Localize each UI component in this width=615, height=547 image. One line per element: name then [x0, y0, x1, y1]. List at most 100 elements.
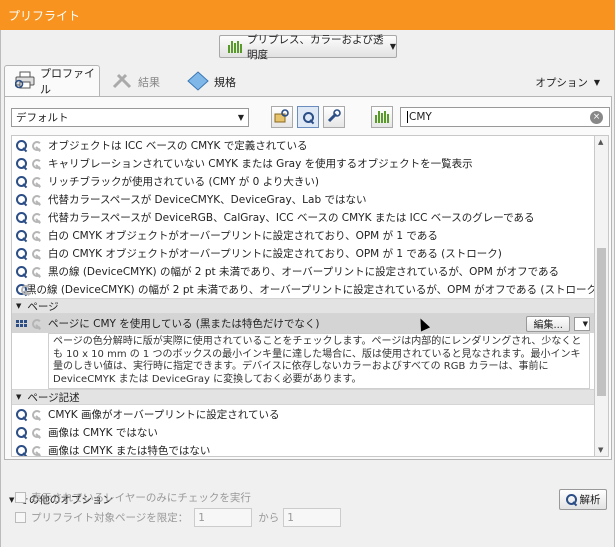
fixups-view-button[interactable]: [323, 106, 345, 128]
page-from-field[interactable]: 1: [194, 508, 253, 527]
chevron-down-icon: ▼: [389, 42, 396, 51]
check-label: 白の CMYK オブジェクトがオーバープリントに設定されており、OPM が 1 …: [48, 247, 502, 260]
window-title: プリフライト: [8, 8, 81, 23]
selected-check-row[interactable]: ページに CMY を使用している (黒または特色だけでなく) 編集... ▼: [12, 314, 594, 333]
check-label: 画像は CMYK ではない: [48, 426, 158, 439]
visible-layers-checkbox[interactable]: [15, 492, 26, 503]
check-row[interactable]: 代替カラースペースが DeviceRGB、CalGray、ICC ベースの CM…: [12, 208, 594, 226]
section-page-description[interactable]: ▼ ページ記述: [12, 389, 594, 405]
magnifier-icon: [16, 247, 27, 259]
wrench-icon: [31, 158, 42, 169]
magnifier-icon: [302, 111, 314, 123]
check-row[interactable]: キャリブレーションされていない CMYK または Gray を使用するオブジェク…: [12, 154, 594, 172]
wrench-icon: [31, 248, 42, 259]
chevron-down-icon: ▼: [237, 113, 244, 122]
flag-dropdown[interactable]: ▼: [574, 316, 590, 331]
chevron-down-icon: ▼: [582, 319, 588, 328]
check-label: リッチブラックが使用されている (CMY が 0 より大きい): [48, 175, 320, 188]
printer-icon: [14, 71, 35, 92]
profiles-icon: [274, 108, 290, 127]
check-row[interactable]: オブジェクトは ICC ベースの CMYK で定義されている: [12, 136, 594, 154]
magnifier-icon: [16, 157, 27, 169]
magnifier-icon: [16, 444, 27, 456]
mode-dropdown[interactable]: プリプレス、カラーおよび透明度 ▼: [219, 34, 397, 61]
check-label: 代替カラースペースが DeviceRGB、CalGray、ICC ベースの CM…: [48, 211, 535, 224]
tab-label: プロファイル: [40, 67, 95, 96]
collapse-triangle-icon: ▼: [16, 302, 22, 310]
analyze-label: 解析: [579, 494, 601, 506]
scroll-thumb[interactable]: [597, 248, 606, 396]
tab-standards[interactable]: 規格: [187, 68, 236, 96]
scroll-up-icon[interactable]: ▲: [598, 138, 603, 146]
check-label: 画像は CMYK または特色ではない: [48, 444, 211, 457]
visible-layers-label: 表示されているレイヤーのみにチェックを実行: [31, 492, 251, 504]
wrench-icon: [31, 176, 42, 187]
mode-dropdown-label: プリプレス、カラーおよび透明度: [247, 33, 384, 61]
check-row[interactable]: 代替カラースペースが DeviceCMYK、DeviceGray、Lab ではな…: [12, 190, 594, 208]
magnifier-icon: [16, 175, 27, 187]
check-row[interactable]: 黒の線 (DeviceCMYK) の幅が 2 pt 未満であり、オーバープリント…: [12, 280, 594, 298]
magnifier-icon: [16, 408, 27, 420]
edit-button[interactable]: 編集...: [526, 315, 570, 332]
check-row[interactable]: 黒の線 (DeviceCMYK) の幅が 2 pt 未満であり、オーバープリント…: [12, 262, 594, 280]
check-label: オブジェクトは ICC ベースの CMYK で定義されている: [48, 139, 308, 152]
check-row[interactable]: 画像は CMYK ではない: [12, 423, 594, 441]
options-menu[interactable]: オプション ▼: [535, 68, 600, 96]
check-label: キャリブレーションされていない CMYK または Gray を使用するオブジェク…: [48, 157, 473, 170]
top-rows: オブジェクトは ICC ベースの CMYK で定義されているキャリブレーションさ…: [12, 136, 594, 298]
checks-list: オブジェクトは ICC ベースの CMYK で定義されているキャリブレーションさ…: [11, 135, 595, 457]
magnifier-icon: [16, 139, 27, 151]
magnifier-icon: [16, 193, 27, 205]
section-label: ページ記述: [27, 391, 80, 404]
page-range-checkbox[interactable]: [15, 512, 26, 523]
page-range-option: プリフライト対象ページを限定： 1 から 1: [15, 508, 342, 527]
bars-icon: [375, 111, 389, 123]
tab-results[interactable]: 結果: [111, 68, 160, 96]
collapse-triangle-icon: ▼: [16, 393, 22, 401]
check-label: 黒の線 (DeviceCMYK) の幅が 2 pt 未満であり、オーバープリント…: [26, 283, 595, 296]
check-label: ページに CMY を使用している (黒または特色だけでなく): [48, 318, 320, 330]
diamond-icon: [187, 70, 209, 94]
check-label: 黒の線 (DeviceCMYK) の幅が 2 pt 未満であり、オーバープリント…: [48, 265, 560, 278]
tab-label: 結果: [138, 76, 160, 89]
section-label: ページ: [27, 300, 59, 313]
check-label: CMYK 画像がオーバープリントに設定されている: [48, 408, 280, 421]
profile-library-select[interactable]: デフォルト ▼: [11, 108, 249, 127]
check-row[interactable]: 白の CMYK オブジェクトがオーバープリントに設定されており、OPM が 1 …: [12, 226, 594, 244]
check-label: 白の CMYK オブジェクトがオーバープリントに設定されており、OPM が 1 …: [48, 229, 438, 242]
magnifier-icon: [16, 426, 27, 438]
collapse-triangle-icon: ▼: [9, 495, 15, 504]
tab-profiles[interactable]: プロファイル: [4, 65, 100, 96]
scroll-down-icon[interactable]: ▼: [598, 446, 603, 454]
wrench-icon: [31, 194, 42, 205]
list-scrollbar[interactable]: ▲ ▼: [595, 135, 609, 457]
page-to-field[interactable]: 1: [283, 508, 342, 527]
page-to-label: から: [258, 512, 280, 524]
wrench-icon: [31, 445, 42, 456]
wrench-icon: [31, 230, 42, 241]
analyze-button[interactable]: 解析: [559, 489, 607, 510]
preflight-window: プリプレス、カラーおよび透明度 ▼ プロファイル 結果 規格 オプション ▼ デ…: [0, 30, 615, 547]
check-row[interactable]: リッチブラックが使用されている (CMY が 0 より大きい): [12, 172, 594, 190]
tab-label: 規格: [214, 76, 236, 89]
check-label: 代替カラースペースが DeviceCMYK、DeviceGray、Lab ではな…: [48, 193, 367, 206]
profile-library-value: デフォルト: [16, 112, 69, 124]
filter-bars-button[interactable]: [371, 106, 393, 128]
chevron-down-icon: ▼: [593, 77, 600, 87]
checks-view-button[interactable]: [297, 106, 319, 128]
section-page[interactable]: ▼ ページ: [12, 298, 594, 314]
check-row[interactable]: CMYK 画像がオーバープリントに設定されている: [12, 405, 594, 423]
check-row[interactable]: 白の CMYK オブジェクトがオーバープリントに設定されており、OPM が 1 …: [12, 244, 594, 262]
check-row[interactable]: 画像は CMYK または特色ではない: [12, 441, 594, 457]
profiles-view-button[interactable]: [271, 106, 293, 128]
text-caret: [407, 111, 408, 123]
clear-search-icon[interactable]: ×: [590, 111, 603, 124]
check-description: ページの色分解時に版が実際に使用されていることをチェックします。ページは内部的に…: [48, 333, 590, 389]
wrench-icon: [326, 108, 342, 127]
wrench-icon: [31, 212, 42, 223]
wrench-icon: [31, 409, 42, 420]
magnifier-icon: [565, 494, 577, 505]
search-input[interactable]: CMY ×: [400, 107, 610, 127]
search-value: CMY: [409, 111, 432, 123]
title-bar: プリフライト: [0, 0, 615, 30]
